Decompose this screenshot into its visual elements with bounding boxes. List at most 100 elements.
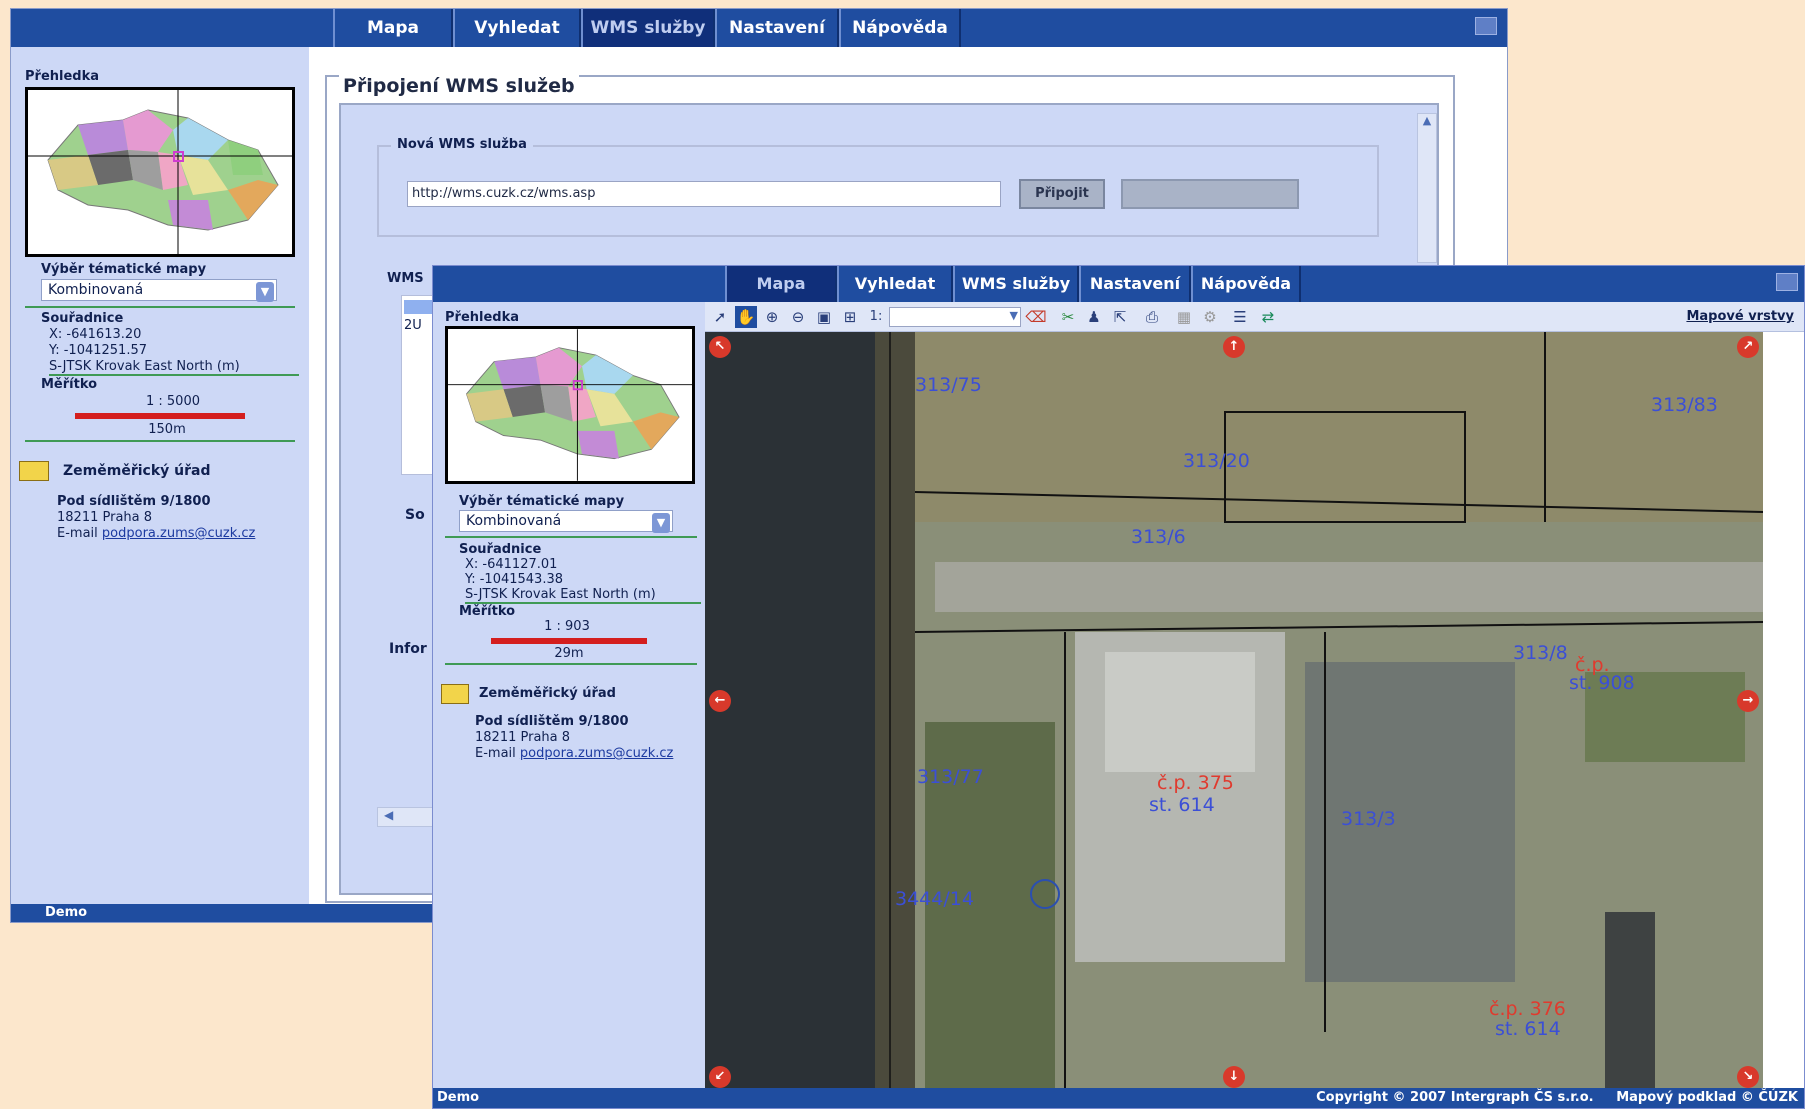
overview-map[interactable] [445,326,695,484]
arrow-south-icon[interactable]: ↓ [1223,1066,1245,1088]
house-number-label[interactable]: č.p. 375 [1157,772,1234,794]
tab-napoveda[interactable]: Nápověda [1191,266,1301,302]
parcel-label[interactable]: st. 614 [1149,794,1215,816]
office-title: Zeměměřický úřad [63,463,211,479]
parcel-label[interactable]: 313/83 [1651,394,1718,416]
identify-icon[interactable]: ♟ [1083,306,1105,328]
tab-vyhledat[interactable]: Vyhledat [453,9,581,47]
parcel-label[interactable]: 3444/14 [895,888,974,910]
tab-bar: Mapa Vyhledat WMS služby Nastavení Nápov… [11,9,1507,47]
coord-x: X: -641613.20 [49,327,142,342]
thematic-map-title: Výběr tématické mapy [41,262,207,277]
settings-icon[interactable]: ⚙ [1199,306,1221,328]
status-bar: Demo Copyright © 2007 Intergraph ČS s.r.… [433,1088,1804,1108]
wms-legend: WMS [381,271,430,286]
email-link[interactable]: podpora.zums@cuzk.cz [102,526,255,541]
new-service-legend: Nová WMS služba [391,137,533,152]
tab-nastaveni[interactable]: Nastavení [1079,266,1191,302]
coords-title: Souřadnice [459,542,542,557]
wms-url-input[interactable]: http://wms.cuzk.cz/wms.asp [407,181,1001,207]
tab-wms-sluzby[interactable]: WMS služby [581,9,715,47]
chevron-down-icon: ▼ [1009,309,1018,322]
status-text: Demo [45,905,88,920]
email-line: E-mail podpora.zums@cuzk.cz [57,526,255,541]
print-icon[interactable]: ⎙ [1141,306,1163,328]
refresh-icon[interactable]: ⇄ [1257,306,1279,328]
pointer-icon[interactable]: ➚ [709,306,731,328]
coord-y: Y: -1041251.57 [49,343,147,358]
email-prefix: E-mail [475,746,516,761]
parcel-label[interactable]: 313/3 [1341,808,1396,830]
scale-value: 1 : 5000 [146,394,200,409]
chevron-left-icon[interactable]: ◀ [384,808,393,822]
aerial-map [705,332,1763,1092]
chevron-up-icon[interactable]: ▲ [1418,114,1436,127]
pan-icon[interactable]: ✋ [735,306,757,328]
thematic-map-select[interactable]: Kombinovaná ▼ [459,510,673,533]
address-line1: Pod sídlištěm 9/1800 [57,494,211,509]
email-link[interactable]: podpora.zums@cuzk.cz [520,746,673,761]
arrow-northwest-icon[interactable]: ↖ [709,336,731,358]
panel-title: Připojení WMS služeb [339,75,579,97]
address-line2: 18211 Praha 8 [57,510,153,525]
eraser-icon[interactable]: ⌫ [1025,306,1047,328]
thematic-map-value: Kombinovaná [48,282,144,298]
tab-wms-sluzby[interactable]: WMS služby [953,266,1079,302]
scrollbar[interactable]: ▲ [1417,113,1437,263]
tab-vyhledat[interactable]: Vyhledat [837,266,953,302]
house-number-label[interactable]: č.p. 376 [1489,998,1566,1020]
maximize-icon[interactable] [1776,273,1798,291]
divider [25,306,295,308]
scale-bar [75,413,245,419]
address-line2: 18211 Praha 8 [475,730,571,745]
thematic-map-value: Kombinovaná [466,513,562,529]
arrow-north-icon[interactable]: ↑ [1223,336,1245,358]
tab-nastaveni[interactable]: Nastavení [715,9,839,47]
maximize-icon[interactable] [1475,17,1497,35]
table-icon[interactable]: ▦ [1173,306,1195,328]
overview-map[interactable] [25,87,295,257]
zoom-window-icon[interactable]: ▣ [813,306,835,328]
overview-title: Přehledka [445,310,520,325]
email-prefix: E-mail [57,526,98,541]
arrow-southwest-icon[interactable]: ↙ [709,1066,731,1088]
measure-icon[interactable]: ✂ [1057,306,1079,328]
coord-x: X: -641127.01 [465,557,558,572]
arrow-northeast-icon[interactable]: ↗ [1737,336,1759,358]
tab-mapa[interactable]: Mapa [725,266,837,302]
scale-select[interactable]: ▼ [889,307,1021,327]
parcel-label[interactable]: 313/8 [1513,642,1568,664]
envelope-icon [441,684,469,704]
thematic-map-select[interactable]: Kombinovaná ▼ [41,279,277,302]
coords-title: Souřadnice [41,311,124,326]
map-layers-link[interactable]: Mapové vrstvy [1686,309,1794,324]
divider [25,440,295,442]
divider [445,663,697,665]
parcel-label[interactable]: 313/6 [1131,526,1186,548]
map-window: Mapa Vyhledat WMS služby Nastavení Nápov… [432,265,1805,1109]
house-number-label[interactable]: č.p. [1575,654,1610,676]
parcel-label[interactable]: 313/20 [1183,450,1250,472]
tab-napoveda[interactable]: Nápověda [839,9,961,47]
email-line: E-mail podpora.zums@cuzk.cz [475,746,673,761]
connect-button[interactable]: Připojit [1019,179,1105,209]
zoom-out-icon[interactable]: ⊖ [787,306,809,328]
parcel-label[interactable]: 313/75 [915,374,982,396]
info-label: Infor [389,641,427,657]
legend-icon[interactable]: ☰ [1229,306,1251,328]
overview-title: Přehledka [25,69,100,84]
new-service-fieldset: Nová WMS služba http://wms.cuzk.cz/wms.a… [377,137,1379,237]
arrow-east-icon[interactable]: → [1737,690,1759,712]
tab-mapa[interactable]: Mapa [333,9,453,47]
zoom-in-icon[interactable]: ⊕ [761,306,783,328]
zoom-extent-icon[interactable]: ⊞ [839,306,861,328]
map-canvas[interactable]: ↖ ↑ ↗ ← → ↙ ↓ ↘ 313/75 313/83 313/20 313… [705,332,1763,1092]
arrow-west-icon[interactable]: ← [709,690,731,712]
address-line1: Pod sídlištěm 9/1800 [475,714,629,729]
copyright-text: Copyright © 2007 Intergraph ČS s.r.o. Ma… [1316,1090,1798,1105]
chevron-down-icon: ▼ [652,513,670,533]
parcel-label[interactable]: 313/77 [917,766,984,788]
arrow-southeast-icon[interactable]: ↘ [1737,1066,1759,1088]
coordinates-icon[interactable]: ⇱ [1109,306,1131,328]
parcel-label[interactable]: st. 614 [1495,1018,1561,1040]
